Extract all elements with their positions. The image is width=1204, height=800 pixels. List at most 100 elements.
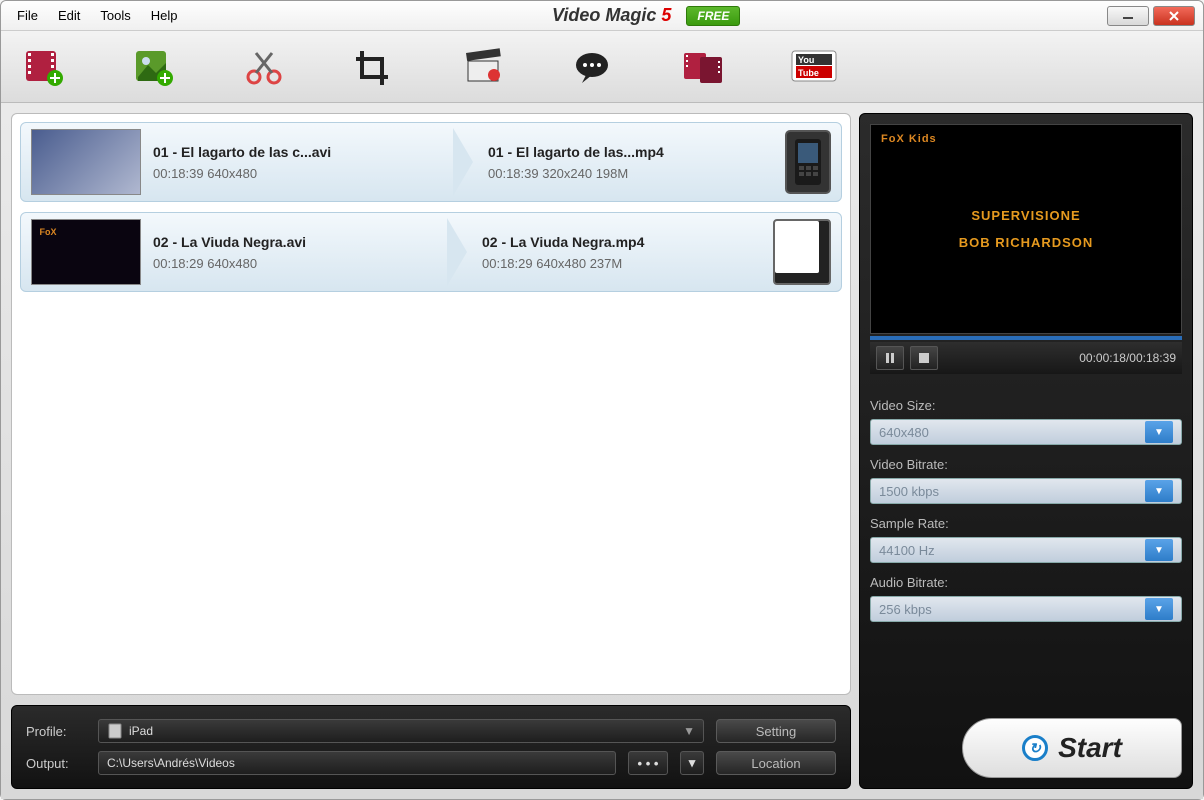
pause-icon: [885, 353, 895, 363]
youtube-button[interactable]: You Tube: [789, 42, 839, 92]
profile-value: iPad: [129, 724, 153, 738]
dest-meta: 00:18:39 320x240 198M: [488, 166, 773, 181]
sample-rate-value: 44100 Hz: [879, 543, 935, 558]
free-badge: FREE: [686, 6, 740, 26]
profile-label: Profile:: [26, 724, 86, 739]
stop-icon: [919, 353, 929, 363]
dest-info: 02 - La Viuda Negra.mp4 00:18:29 640x480…: [482, 234, 761, 271]
close-icon: [1168, 10, 1180, 22]
crop-button[interactable]: [349, 42, 399, 92]
browse-button[interactable]: • • •: [628, 751, 668, 775]
dest-filename: 02 - La Viuda Negra.mp4: [482, 234, 761, 250]
source-thumbnail: [31, 129, 141, 195]
start-area: ↻ Start: [870, 698, 1182, 778]
output-path-input[interactable]: C:\Users\Andrés\Videos: [98, 751, 616, 775]
menu-tools[interactable]: Tools: [92, 4, 138, 27]
video-size-value: 640x480: [879, 425, 929, 440]
window-controls: [1107, 6, 1195, 26]
minimize-button[interactable]: [1107, 6, 1149, 26]
menu-bar: File Edit Tools Help: [9, 4, 185, 27]
arrow-icon: [444, 219, 470, 285]
source-meta: 00:18:29 640x480: [153, 256, 432, 271]
chevron-down-icon: ▼: [1145, 421, 1173, 443]
audio-bitrate-select[interactable]: 256 kbps ▼: [870, 596, 1182, 622]
app-title: Video Magic 5 FREE: [185, 5, 1107, 26]
file-row[interactable]: 01 - El lagarto de las c...avi 00:18:39 …: [20, 122, 842, 202]
image-add-icon: [132, 47, 176, 87]
toolbar: You Tube: [1, 31, 1203, 103]
source-info: 01 - El lagarto de las c...avi 00:18:39 …: [153, 144, 438, 181]
arrow-icon: [450, 129, 476, 195]
audio-bitrate-value: 256 kbps: [879, 602, 932, 617]
video-bitrate-select[interactable]: 1500 kbps ▼: [870, 478, 1182, 504]
menu-file[interactable]: File: [9, 4, 46, 27]
source-meta: 00:18:39 640x480: [153, 166, 438, 181]
add-image-button[interactable]: [129, 42, 179, 92]
pause-button[interactable]: [876, 346, 904, 370]
preview-text-1: SUPERVISIONE: [971, 208, 1080, 223]
right-panel: FoX Kids SUPERVISIONE BOB RICHARDSON 00:…: [859, 113, 1193, 789]
svg-text:You: You: [798, 55, 814, 65]
cut-button[interactable]: [239, 42, 289, 92]
add-video-button[interactable]: [19, 42, 69, 92]
output-dropdown-button[interactable]: ▾: [680, 751, 704, 775]
menu-edit[interactable]: Edit: [50, 4, 88, 27]
app-version: 5: [661, 5, 671, 25]
profile-select[interactable]: iPad ▼: [98, 719, 704, 743]
clapboard-icon: [462, 47, 506, 87]
film-add-icon: [22, 47, 66, 87]
refresh-icon: ↻: [1022, 735, 1048, 761]
left-panel: 01 - El lagarto de las c...avi 00:18:39 …: [11, 113, 851, 789]
video-bitrate-label: Video Bitrate:: [870, 457, 1182, 472]
progress-bar[interactable]: [870, 336, 1182, 340]
chevron-down-icon: ▼: [1145, 480, 1173, 502]
source-info: 02 - La Viuda Negra.avi 00:18:29 640x480: [153, 234, 432, 271]
video-bitrate-value: 1500 kbps: [879, 484, 939, 499]
audio-bitrate-label: Audio Bitrate:: [870, 575, 1182, 590]
location-button[interactable]: Location: [716, 751, 836, 775]
dest-filename: 01 - El lagarto de las...mp4: [488, 144, 773, 160]
setting-button[interactable]: Setting: [716, 719, 836, 743]
subtitle-button[interactable]: [569, 42, 619, 92]
output-label: Output:: [26, 756, 86, 771]
file-list: 01 - El lagarto de las c...avi 00:18:39 …: [11, 113, 851, 695]
output-row: Output: C:\Users\Andrés\Videos • • • ▾ L…: [26, 751, 836, 775]
crop-icon: [352, 47, 396, 87]
start-button[interactable]: ↻ Start: [962, 718, 1182, 778]
svg-text:Tube: Tube: [798, 68, 819, 78]
youtube-icon: You Tube: [790, 47, 838, 87]
app-name: Video Magic: [552, 5, 656, 25]
film-merge-icon: [682, 47, 726, 87]
speech-bubble-icon: [572, 47, 616, 87]
video-size-select[interactable]: 640x480 ▼: [870, 419, 1182, 445]
sample-rate-label: Sample Rate:: [870, 516, 1182, 531]
stop-button[interactable]: [910, 346, 938, 370]
close-button[interactable]: [1153, 6, 1195, 26]
dest-meta: 00:18:29 640x480 237M: [482, 256, 761, 271]
content-area: 01 - El lagarto de las c...avi 00:18:39 …: [1, 103, 1203, 799]
preview-area: FoX Kids SUPERVISIONE BOB RICHARDSON: [870, 124, 1182, 334]
chevron-down-icon: ▼: [1145, 598, 1173, 620]
preview-text-2: BOB RICHARDSON: [959, 235, 1094, 250]
output-path-value: C:\Users\Andrés\Videos: [107, 756, 235, 770]
video-size-label: Video Size:: [870, 398, 1182, 413]
effect-button[interactable]: [459, 42, 509, 92]
minimize-icon: [1122, 12, 1134, 20]
phone-svg: [793, 137, 823, 187]
file-row[interactable]: FoX 02 - La Viuda Negra.avi 00:18:29 640…: [20, 212, 842, 292]
preview-logo: FoX Kids: [881, 133, 937, 145]
phone-icon: [785, 130, 831, 194]
app-window: File Edit Tools Help Video Magic 5 FREE: [0, 0, 1204, 800]
ipad-mini-icon: [107, 723, 123, 739]
sample-rate-select[interactable]: 44100 Hz ▼: [870, 537, 1182, 563]
start-label: Start: [1058, 732, 1122, 764]
scissors-icon: [242, 47, 286, 87]
bottom-bar: Profile: iPad ▼ Setting Output: C:\Users…: [11, 705, 851, 789]
source-thumbnail: FoX: [31, 219, 141, 285]
player-controls: 00:00:18/00:18:39: [870, 342, 1182, 374]
menu-help[interactable]: Help: [143, 4, 186, 27]
source-filename: 01 - El lagarto de las c...avi: [153, 144, 438, 160]
tablet-icon: [773, 219, 831, 285]
profile-row: Profile: iPad ▼ Setting: [26, 719, 836, 743]
merge-button[interactable]: [679, 42, 729, 92]
